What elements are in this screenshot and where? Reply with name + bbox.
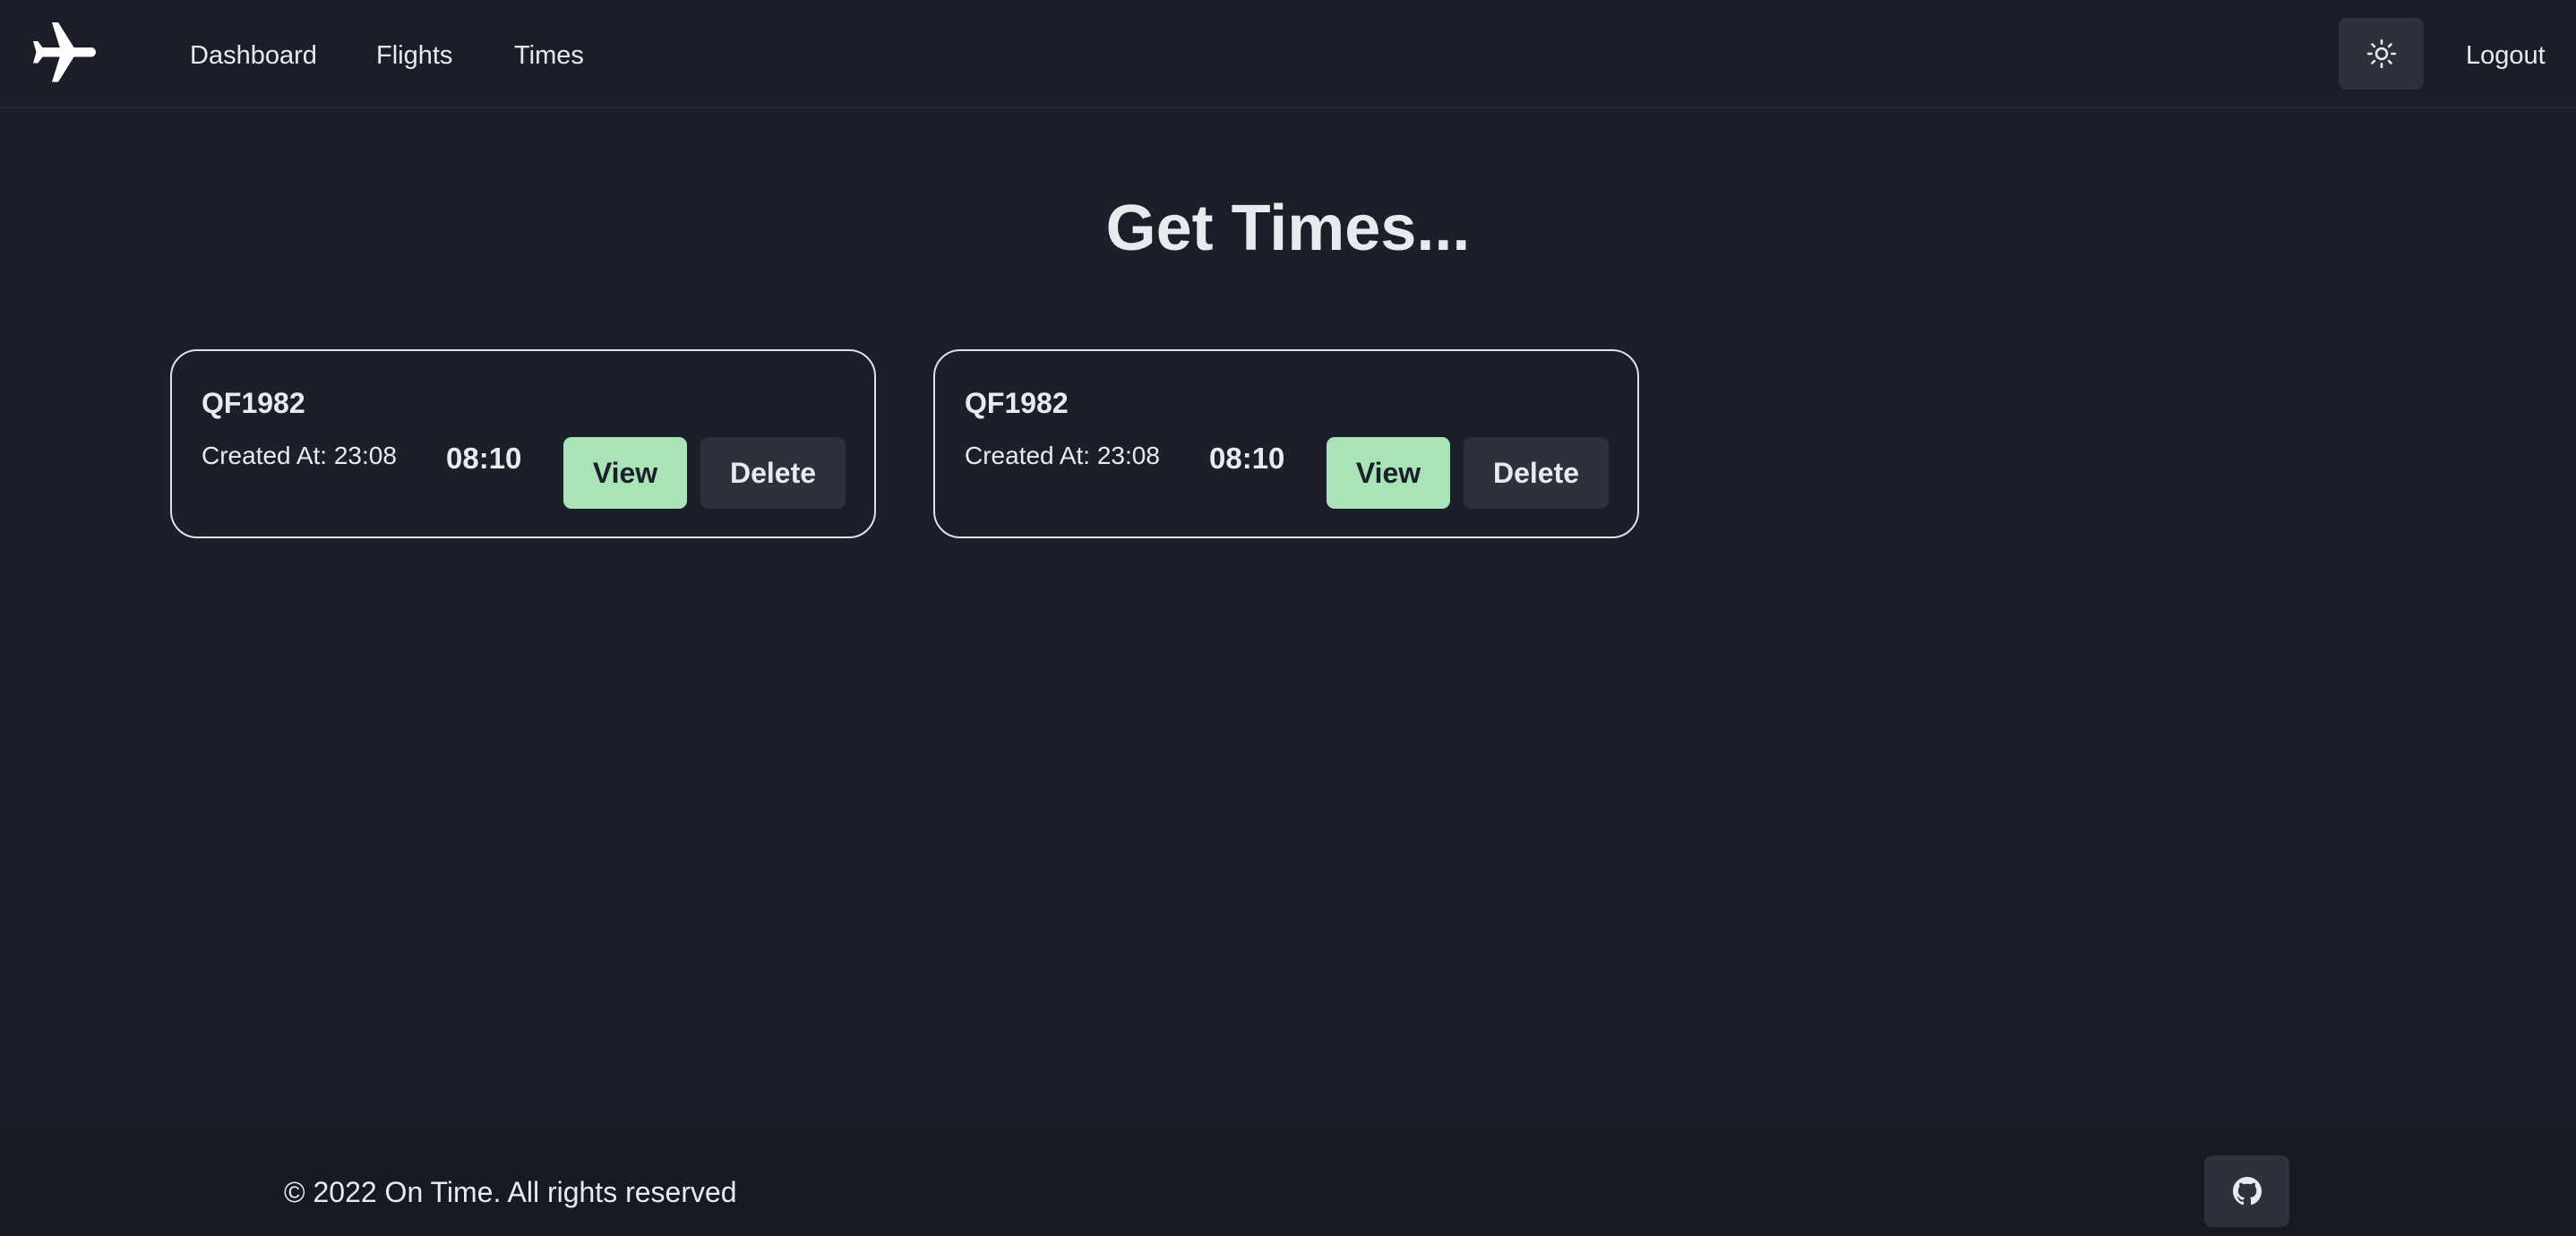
github-icon — [2232, 1177, 2262, 1206]
created-at-text: Created At: 23:08 — [202, 442, 397, 469]
sun-icon — [2366, 39, 2396, 69]
view-button[interactable]: View — [563, 437, 687, 509]
flight-time: 08:10 — [1209, 442, 1285, 475]
top-navbar: Dashboard Flights Times Logout — [0, 0, 2576, 108]
view-button[interactable]: View — [1327, 437, 1450, 509]
copyright-text: © 2022 On Time. All rights reserved — [284, 1176, 737, 1208]
airplane-icon[interactable] — [21, 16, 107, 91]
nav-link-times[interactable]: Times — [514, 39, 584, 72]
nav-link-flights[interactable]: Flights — [376, 39, 452, 72]
flight-code: QF1982 — [202, 387, 305, 419]
app-page: Dashboard Flights Times Logout Get Times… — [0, 0, 2576, 1236]
created-at-text: Created At: 23:08 — [965, 442, 1160, 469]
nav-link-dashboard[interactable]: Dashboard — [190, 39, 317, 72]
time-card: QF1982 Created At: 23:08 08:10 View Dele… — [933, 349, 1639, 538]
theme-toggle-button[interactable] — [2339, 18, 2424, 90]
delete-button[interactable]: Delete — [1464, 437, 1609, 509]
logout-link[interactable]: Logout — [2466, 39, 2546, 72]
time-card: QF1982 Created At: 23:08 08:10 View Dele… — [170, 349, 876, 538]
github-button[interactable] — [2204, 1155, 2289, 1227]
page-title: Get Times... — [1105, 193, 1471, 264]
delete-button[interactable]: Delete — [700, 437, 846, 509]
flight-time: 08:10 — [446, 442, 522, 475]
flight-code: QF1982 — [965, 387, 1069, 419]
